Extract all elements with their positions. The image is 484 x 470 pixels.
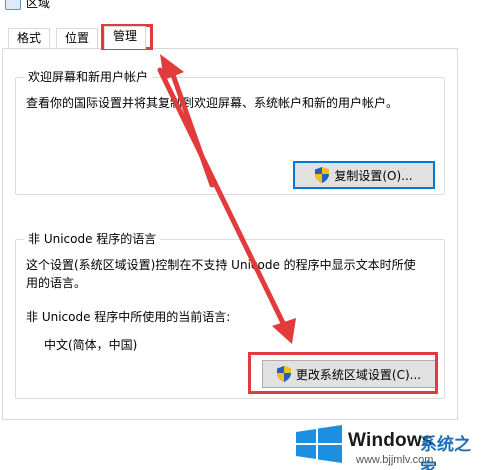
watermark: Windows 系统之家 www.bjjmlv.com — [290, 418, 484, 470]
windows-logo-icon — [296, 425, 342, 463]
tab-administrative[interactable]: 管理 — [104, 26, 147, 49]
watermark-url: www.bjjmlv.com — [356, 454, 434, 466]
annotation-arrows — [157, 54, 296, 344]
